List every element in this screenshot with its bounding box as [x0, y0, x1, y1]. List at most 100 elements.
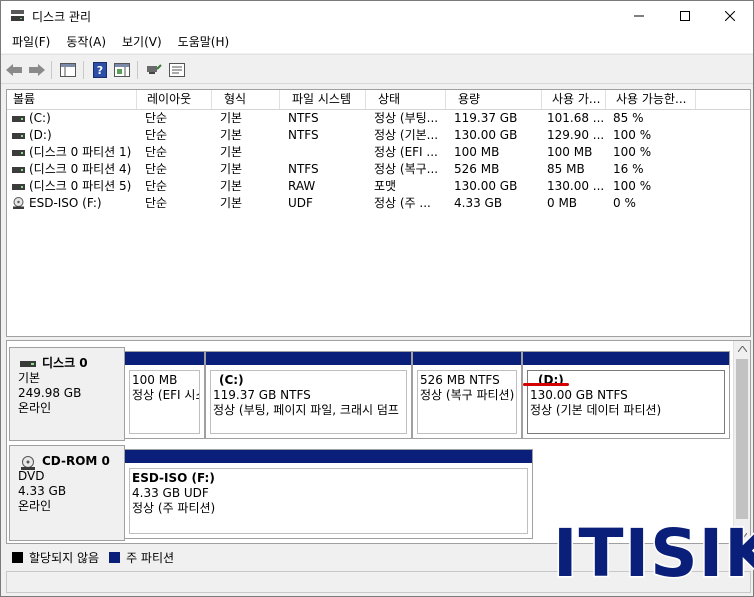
column-file-system[interactable]: 파일 시스템	[280, 90, 366, 109]
window-title: 디스크 관리	[32, 10, 92, 24]
disk-0-label[interactable]: 디스크 0 기본 249.98 GB 온라인	[9, 347, 125, 441]
cell-type: 기본	[220, 162, 243, 176]
cell-layout: 단순	[145, 162, 168, 176]
watermark: ITISIK	[551, 515, 754, 592]
cell-capacity: 100 MB	[454, 145, 500, 159]
cell-file-system: UDF	[288, 196, 313, 210]
column-layout[interactable]: 레이아웃	[137, 90, 212, 109]
primary-partition-bar	[125, 450, 532, 463]
partition-status: 정상 (기본 데이터 파티션)	[530, 403, 662, 417]
close-button[interactable]	[707, 1, 753, 31]
column-type[interactable]: 형식	[212, 90, 280, 109]
connect-icon	[147, 64, 162, 74]
disk-icon	[20, 361, 36, 367]
primary-partition-bar	[125, 352, 204, 365]
cell-type: 기본	[220, 196, 243, 210]
partition-status: 정상 (복구 파티션)	[420, 388, 515, 402]
help-book-icon: ?	[93, 62, 107, 78]
cell-free-space: 130.00 ...	[547, 179, 605, 193]
cell-volume: (디스크 0 파티션 4)	[29, 162, 132, 176]
minimize-button[interactable]	[616, 1, 662, 31]
disk-0-state: 온라인	[18, 401, 52, 415]
table-row[interactable]: (디스크 0 파티션 4) 단순 기본 NTFS 정상 (복구... 526 MB 85 M…	[7, 161, 750, 178]
cell-file-system: NTFS	[288, 111, 319, 125]
partition-c[interactable]: (C:) 119.37 GB NTFS 정상 (부팅, 페이지 파일, 크래시 …	[205, 351, 412, 439]
partition-esd-iso[interactable]: ESD-ISO (F:) 4.33 GB UDF 정상 (주 파티션)	[124, 449, 533, 539]
connect-button[interactable]	[144, 60, 164, 80]
menu-view[interactable]: 보기(V)	[114, 32, 170, 52]
cell-status: 정상 (복구...	[374, 162, 439, 176]
cdrom-0-label[interactable]: CD-ROM 0 DVD 4.33 GB 온라인	[9, 445, 125, 541]
maximize-button[interactable]	[662, 1, 708, 31]
properties-button[interactable]	[167, 60, 187, 80]
table-row[interactable]: (C:) 단순 기본 NTFS 정상 (부팅... 119.37 GB 101.68 ...…	[7, 110, 750, 127]
column-status[interactable]: 상태	[366, 90, 446, 109]
table-row[interactable]: ESD-ISO (F:) 단순 기본 UDF 정상 (주 ... 4.33 GB 0 MB 0…	[7, 195, 750, 212]
column-volume[interactable]: 볼륨	[7, 90, 137, 109]
action-pane-icon	[114, 63, 130, 77]
cell-percent-free: 0 %	[613, 196, 636, 210]
cell-layout: 단순	[145, 196, 168, 210]
cell-volume: (D:)	[29, 128, 52, 142]
toolbar-separator	[137, 61, 138, 79]
cell-volume: (디스크 0 파티션 5)	[29, 179, 132, 193]
table-row[interactable]: (D:) 단순 기본 NTFS 정상 (기본... 130.00 GB 129.90 ...…	[7, 127, 750, 144]
toolbar-separator	[83, 61, 84, 79]
forward-arrow-icon	[29, 64, 45, 76]
cell-type: 기본	[220, 145, 243, 159]
cell-percent-free: 85 %	[613, 111, 644, 125]
toolbar-separator	[51, 61, 52, 79]
cdrom-0-state: 온라인	[18, 499, 52, 513]
menu-file[interactable]: 파일(F)	[4, 32, 58, 52]
help-button[interactable]: ?	[90, 60, 110, 80]
partition-recovery[interactable]: 526 MB NTFS 정상 (복구 파티션)	[412, 351, 522, 439]
primary-partition-bar	[206, 352, 411, 365]
cell-type: 기본	[220, 128, 243, 142]
cell-free-space: 0 MB	[547, 196, 578, 210]
scrollbar-thumb[interactable]	[736, 359, 748, 519]
show-hide-console-tree-button[interactable]	[58, 60, 78, 80]
cell-layout: 단순	[145, 145, 168, 159]
back-arrow-icon	[6, 64, 22, 76]
legend-swatch	[109, 551, 121, 563]
table-row[interactable]: (디스크 0 파티션 1) 단순 기본 정상 (EFI ... 100 MB 100 MB…	[7, 144, 750, 161]
partition-size: 100 MB	[132, 373, 178, 387]
back-button[interactable]	[4, 60, 24, 80]
primary-partition-bar	[413, 352, 521, 365]
cell-free-space: 85 MB	[547, 162, 585, 176]
menu-action[interactable]: 동작(A)	[58, 32, 114, 52]
graphical-view-scrollbar[interactable]	[733, 341, 750, 543]
console-tree-icon	[60, 63, 76, 77]
partition-size: 4.33 GB UDF	[132, 486, 209, 500]
volume-list-header: 볼륨 레이아웃 형식 파일 시스템 상태 용량 사용 가... 사용 가능한..…	[7, 90, 750, 110]
column-percent-free[interactable]: 사용 가능한...	[606, 90, 696, 109]
cdrom-0-size: 4.33 GB	[18, 484, 67, 498]
volume-list: 볼륨 레이아웃 형식 파일 시스템 상태 용량 사용 가... 사용 가능한..…	[6, 89, 751, 337]
partition-status: 정상 (EFI 시스	[132, 388, 200, 402]
cell-percent-free: 100 %	[613, 128, 652, 142]
maximize-icon	[680, 11, 690, 21]
column-capacity[interactable]: 용량	[446, 90, 542, 109]
column-free-space[interactable]: 사용 가...	[542, 90, 606, 109]
cell-layout: 단순	[145, 128, 168, 142]
disk-management-icon	[11, 10, 24, 21]
properties-icon	[169, 63, 185, 77]
cell-type: 기본	[220, 179, 243, 193]
cell-volume: (C:)	[29, 111, 51, 125]
partition-efi[interactable]: 100 MB 정상 (EFI 시스	[124, 351, 205, 439]
partition-d[interactable]: (D:) 130.00 GB NTFS 정상 (기본 데이터 파티션)	[522, 351, 730, 439]
legend-label: 할당되지 않음	[29, 550, 100, 565]
cell-capacity: 526 MB	[454, 162, 500, 176]
table-row[interactable]: (디스크 0 파티션 5) 단순 기본 RAW 포맷 130.00 GB 130.00 ..…	[7, 178, 750, 195]
cell-status: 정상 (기본...	[374, 128, 439, 142]
minimize-icon	[634, 15, 644, 17]
cell-percent-free: 16 %	[613, 162, 644, 176]
disk-0-size: 249.98 GB	[18, 386, 82, 400]
partition-status: 정상 (부팅, 페이지 파일, 크래시 덤프	[213, 403, 399, 417]
show-hide-action-pane-button[interactable]	[112, 60, 132, 80]
forward-button[interactable]	[27, 60, 47, 80]
menu-help[interactable]: 도움말(H)	[170, 32, 238, 52]
cell-free-space: 129.90 ...	[547, 128, 605, 142]
partition-status: 정상 (주 파티션)	[132, 501, 216, 515]
disk-0-name: 디스크 0	[42, 356, 88, 370]
